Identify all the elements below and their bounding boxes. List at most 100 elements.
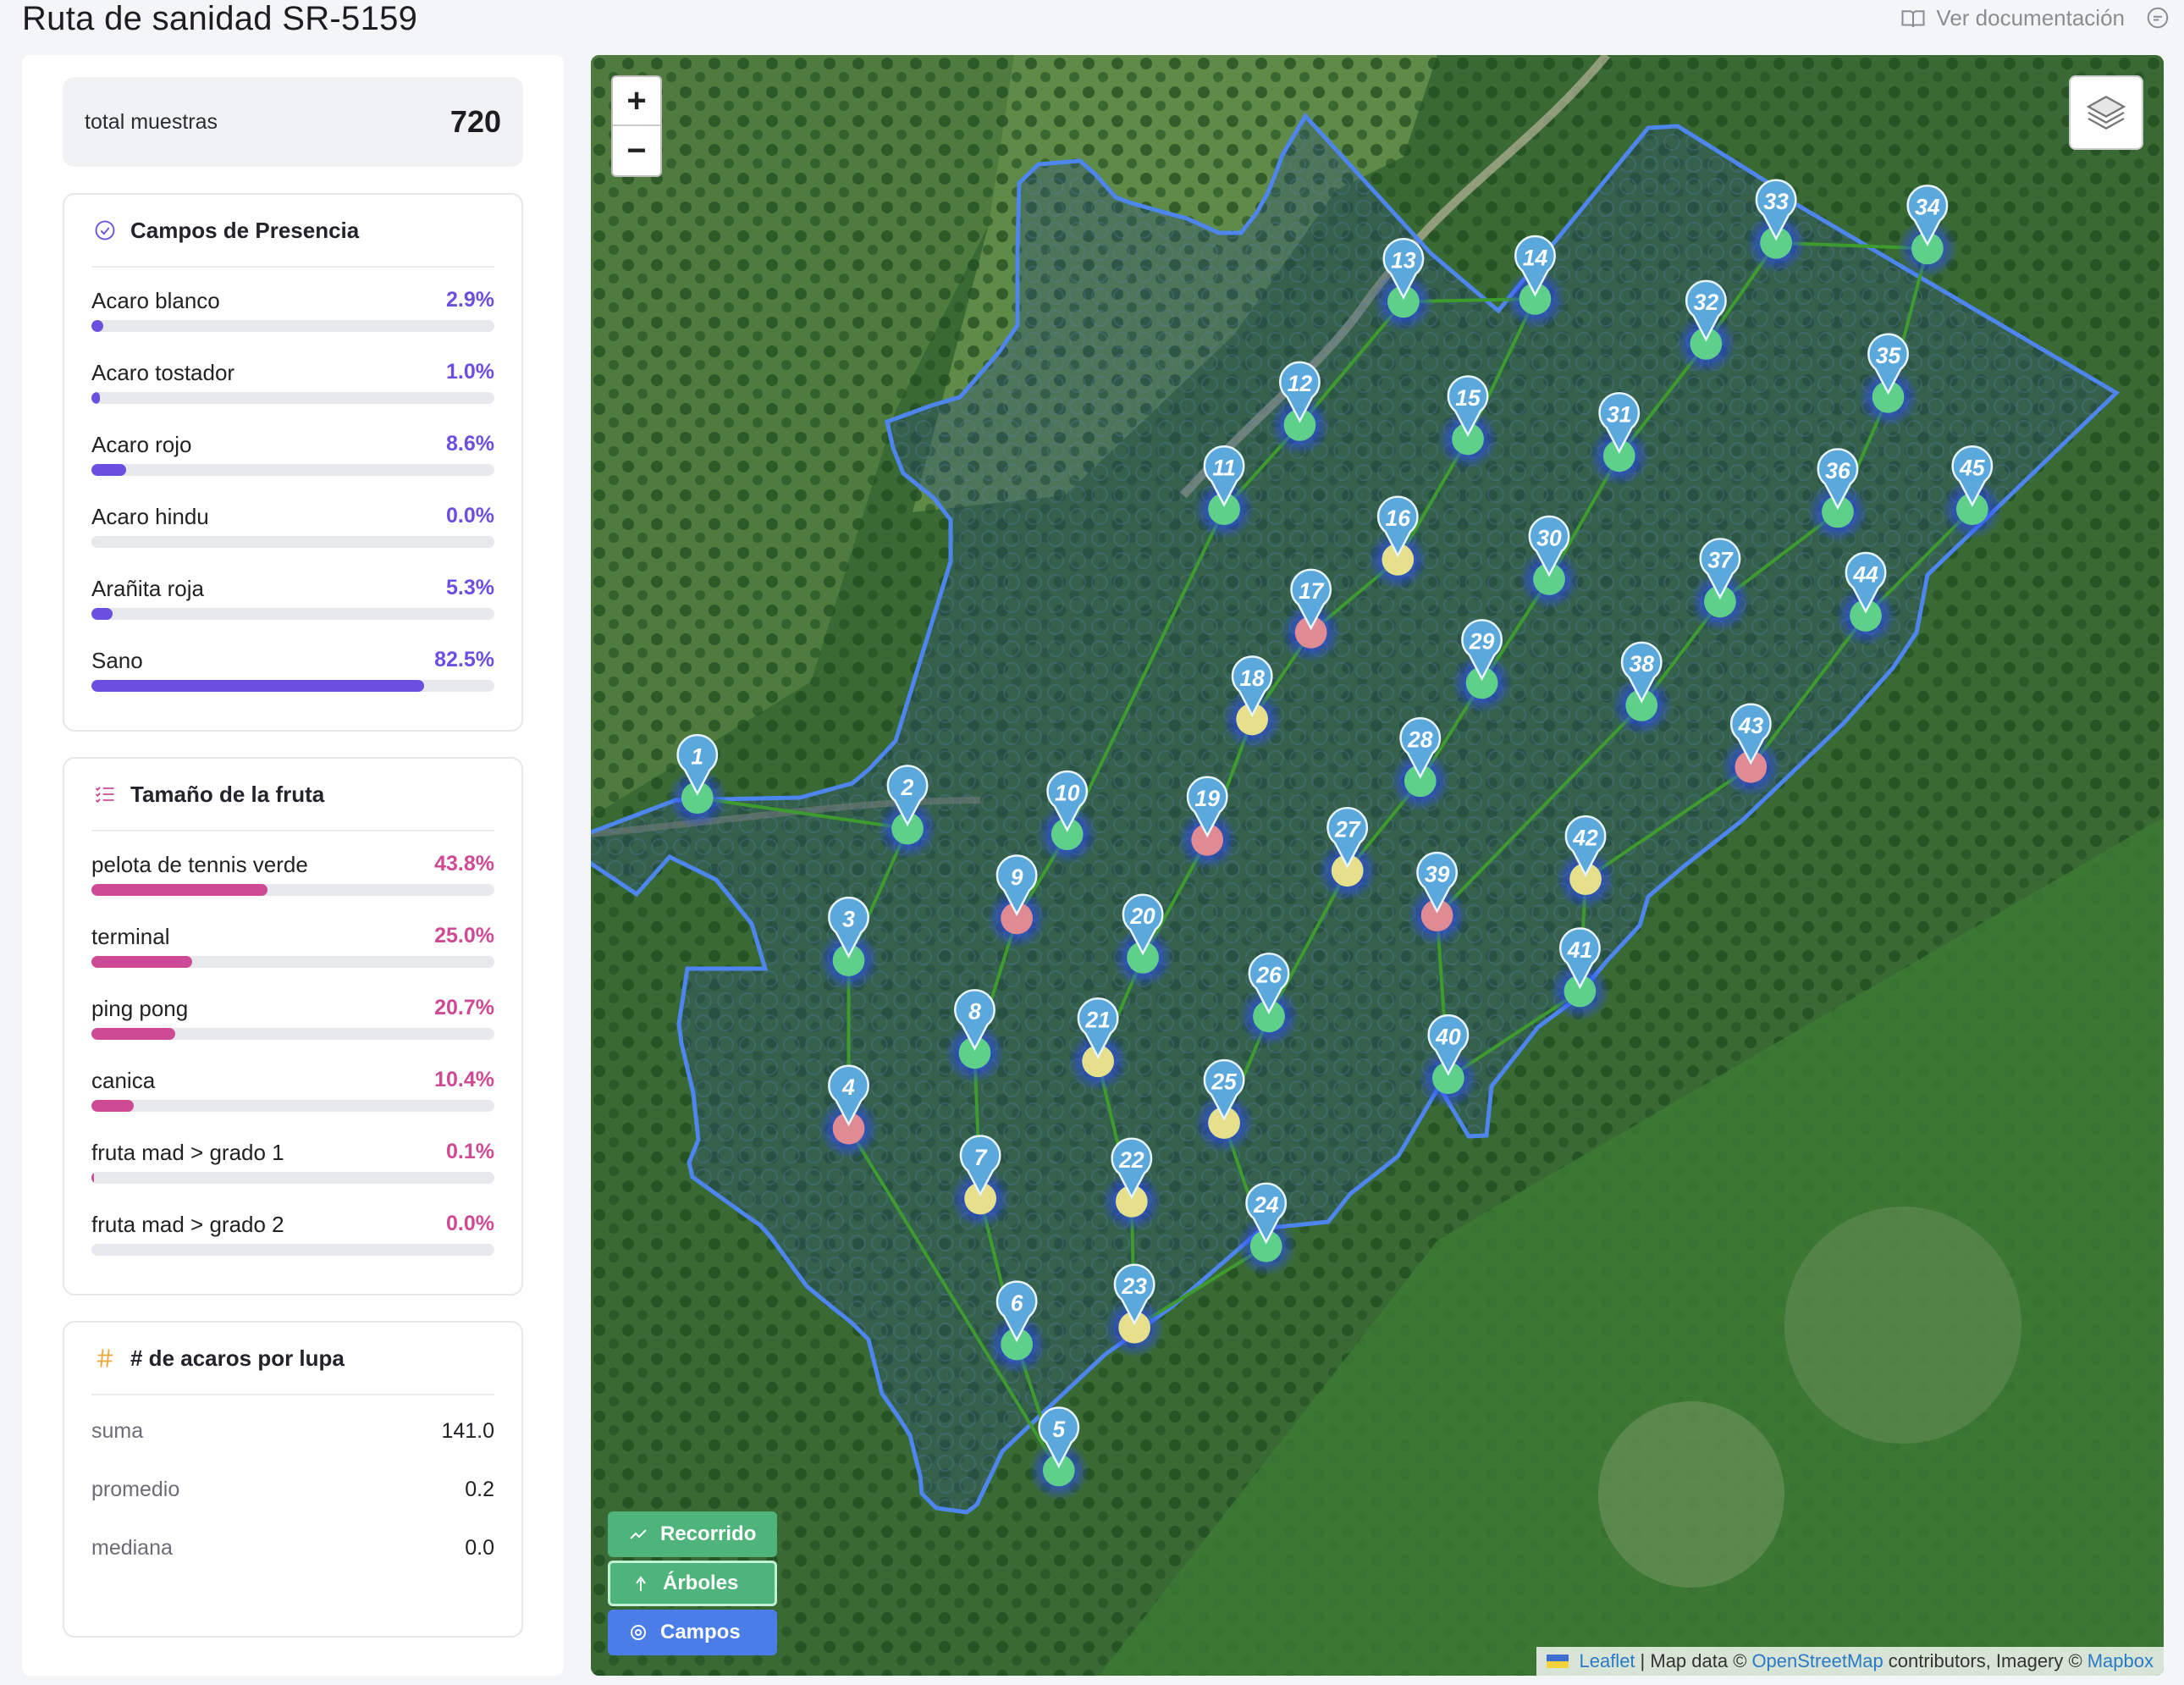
progress-track — [91, 1028, 494, 1040]
metric-row: fruta mad > grado 2 0.0% — [91, 1191, 494, 1263]
marker-label: 5 — [1052, 1417, 1066, 1442]
marker-label: 21 — [1084, 1008, 1110, 1033]
total-samples-card: total muestras 720 — [63, 77, 523, 167]
marker-label: 37 — [1707, 548, 1734, 573]
metric-row: ping pong 20.7% — [91, 975, 494, 1047]
total-samples-label: total muestras — [85, 109, 218, 134]
marker-label: 14 — [1523, 245, 1548, 270]
metric-percent: 0.0% — [446, 1212, 494, 1235]
metric-percent: 20.7% — [434, 996, 494, 1019]
route-button[interactable]: Recorrido — [608, 1511, 777, 1557]
marker-label: 18 — [1239, 666, 1265, 691]
metric-percent: 10.4% — [434, 1068, 494, 1091]
fields-button-label: Campos — [660, 1621, 741, 1644]
metric-label: fruta mad > grado 2 — [91, 1212, 284, 1237]
osm-link[interactable]: OpenStreetMap — [1751, 1650, 1883, 1672]
metric-row: Acaro rojo 8.6% — [91, 412, 494, 483]
attribution-text-2: contributors, Imagery © — [1888, 1650, 2082, 1671]
trend-icon — [630, 1529, 647, 1539]
tree-icon — [636, 1576, 646, 1591]
stat-value: 141.0 — [441, 1419, 494, 1443]
marker-label: 9 — [1011, 865, 1023, 890]
progress-fill — [91, 320, 103, 332]
stat-row-median: mediana 0.0 — [91, 1519, 494, 1577]
documentation-label: Ver documentación — [1936, 5, 2125, 30]
marker-label: 33 — [1763, 189, 1789, 214]
progress-track — [91, 320, 494, 332]
stat-label: suma — [91, 1419, 144, 1443]
attribution-text: | Map data © — [1640, 1650, 1747, 1671]
progress-fill — [91, 884, 268, 896]
metric-label: Acaro hindu — [91, 504, 209, 529]
marker-label: 39 — [1425, 861, 1450, 887]
progress-fill — [91, 1100, 134, 1112]
fruit-size-card: Tamaño de la fruta pelota de tennis verd… — [63, 757, 523, 1296]
metric-percent: 8.6% — [446, 432, 494, 456]
marker-label: 40 — [1435, 1024, 1461, 1049]
metric-percent: 25.0% — [434, 924, 494, 947]
metric-label: fruta mad > grado 1 — [91, 1140, 284, 1165]
leaflet-link[interactable]: Leaflet — [1579, 1650, 1635, 1672]
metric-label: Acaro tostador — [91, 360, 235, 385]
ukraine-flag-icon — [1547, 1655, 1569, 1668]
metric-row: pelota de tennis verde 43.8% — [91, 831, 494, 903]
fruit-size-header: Tamaño de la fruta — [91, 759, 494, 831]
progress-track — [91, 392, 494, 404]
metric-row: canica 10.4% — [91, 1047, 494, 1119]
checklist-icon — [95, 787, 114, 804]
marker-label: 19 — [1194, 786, 1220, 811]
mites-card: # de acaros por lupa suma 141.0 promedio… — [63, 1321, 523, 1638]
progress-track — [91, 884, 494, 896]
marker-label: 34 — [1915, 195, 1940, 220]
progress-track — [91, 1100, 494, 1112]
marker-label: 16 — [1386, 505, 1411, 531]
page-title: Ruta de sanidad SR-5159 — [22, 0, 418, 37]
sidebar: total muestras 720 Campos de Presencia A… — [22, 55, 564, 1676]
metric-percent: 2.9% — [446, 288, 494, 312]
stat-row-sum: suma 141.0 — [91, 1402, 494, 1461]
presence-title: Campos de Presencia — [130, 217, 360, 243]
marker-label: 30 — [1536, 525, 1562, 550]
marker-label: 7 — [974, 1145, 988, 1170]
progress-fill — [91, 1172, 94, 1184]
marker-label: 15 — [1455, 385, 1481, 411]
metric-percent: 1.0% — [446, 360, 494, 384]
mites-title: # de acaros por lupa — [130, 1345, 345, 1371]
zoom-in-button[interactable]: + — [613, 77, 660, 126]
marker-label: 36 — [1825, 458, 1850, 483]
progress-fill — [91, 956, 192, 968]
marker-label: 41 — [1567, 937, 1592, 963]
metric-label: Sano — [91, 648, 143, 673]
metric-label: Acaro rojo — [91, 432, 192, 457]
mapbox-link[interactable]: Mapbox — [2087, 1650, 2154, 1672]
documentation-link[interactable]: Ver documentación — [1900, 5, 2125, 31]
marker-label: 26 — [1255, 963, 1282, 988]
progress-fill — [91, 464, 126, 476]
trees-button[interactable]: Árboles — [608, 1561, 777, 1606]
zoom-out-button[interactable]: − — [613, 126, 660, 175]
progress-track — [91, 536, 494, 548]
marker-label: 27 — [1334, 816, 1361, 842]
satellite-map[interactable]: 1 2 3 4 5 6 7 8 9 10 11 12 13 14 15 16 17 18 19 20 21 22 23 24 2… — [591, 55, 2164, 1676]
marker-label: 22 — [1118, 1147, 1144, 1173]
metric-label: Arañita roja — [91, 576, 204, 601]
metric-percent: 0.1% — [446, 1140, 494, 1163]
progress-fill — [91, 392, 100, 404]
metric-row: Acaro tostador 1.0% — [91, 340, 494, 412]
progress-track — [91, 1244, 494, 1256]
fruit-size-list: pelota de tennis verde 43.8% terminal 25.0%… — [91, 831, 494, 1263]
marker-label: 24 — [1253, 1192, 1279, 1218]
marker-label: 10 — [1055, 780, 1080, 805]
marker-label: 32 — [1694, 290, 1719, 315]
metric-row: Acaro blanco 2.9% — [91, 268, 494, 340]
metric-label: terminal — [91, 924, 170, 949]
marker-label: 4 — [841, 1075, 855, 1100]
marker-label: 44 — [1852, 561, 1878, 587]
marker-label: 17 — [1299, 578, 1325, 604]
chat-icon[interactable] — [2145, 5, 2170, 30]
fields-button[interactable]: Campos — [608, 1610, 777, 1655]
layers-button[interactable] — [2069, 75, 2143, 150]
top-bar: Ruta de sanidad SR-5159 Ver documentació… — [0, 0, 2184, 51]
map-layer-buttons: Recorrido Árboles Campos — [608, 1511, 777, 1659]
marker-label: 13 — [1391, 248, 1416, 273]
